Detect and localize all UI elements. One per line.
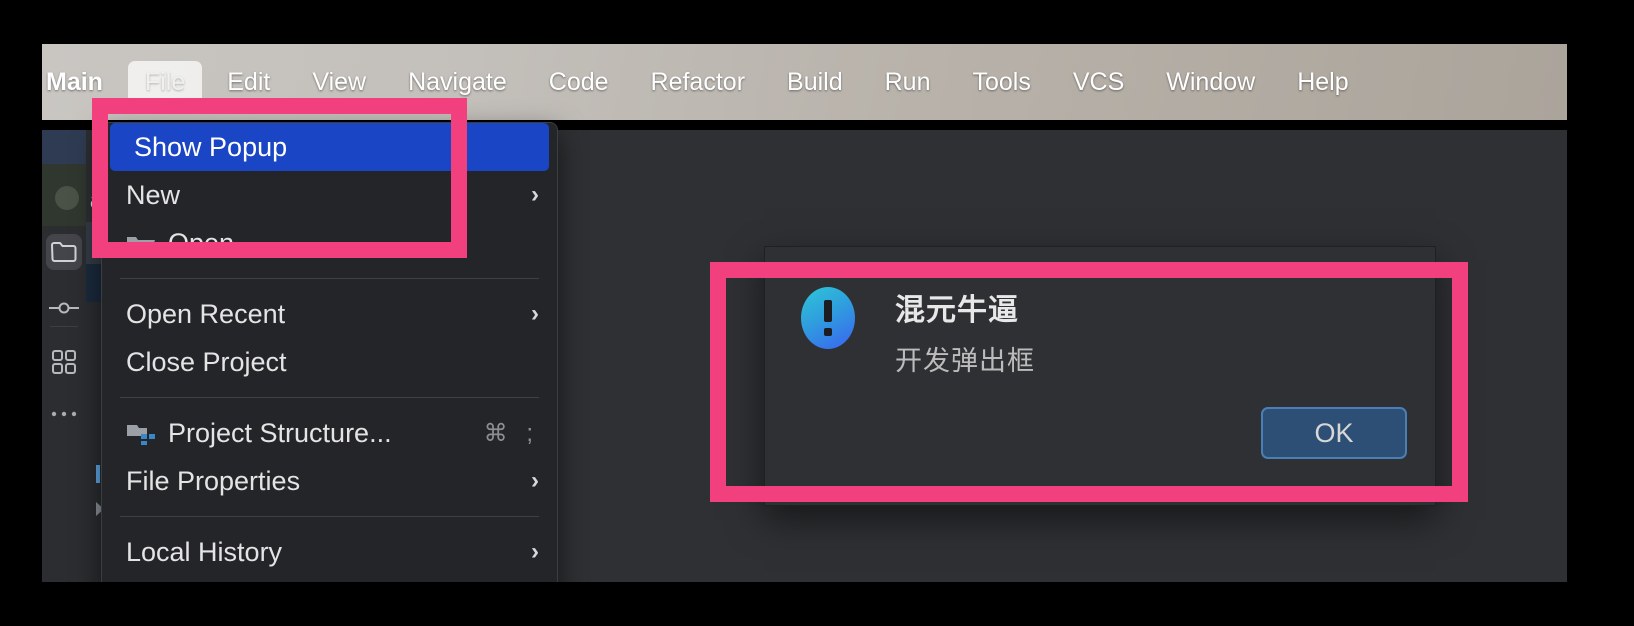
- menu-item-open-label: Open...: [168, 227, 257, 258]
- menubar-item-view[interactable]: View: [295, 61, 383, 104]
- menu-separator-3: [120, 516, 539, 517]
- menubar-item-edit[interactable]: Edit: [210, 61, 287, 104]
- ide-window: Main File Edit View Navigate Code Refactor Buil…: [42, 44, 1567, 582]
- exclamation-glyph: [824, 300, 832, 336]
- ok-button[interactable]: OK: [1261, 407, 1407, 459]
- menu-item-project-structure-label: Project Structure...: [168, 417, 392, 448]
- menu-item-project-structure-shortcut: ⌘ ;: [483, 419, 539, 447]
- decorative-dot: [55, 186, 79, 210]
- menubar-item-help[interactable]: Help: [1280, 61, 1365, 104]
- menu-item-open-recent-label: Open Recent: [126, 298, 286, 329]
- dialog-message: 开发弹出框: [895, 346, 1035, 376]
- menubar-item-vcs[interactable]: VCS: [1056, 61, 1141, 104]
- menu-item-local-history[interactable]: Local History ›: [102, 528, 557, 576]
- folder-open-icon: [126, 232, 156, 254]
- activity-bar: [42, 130, 87, 582]
- menu-item-project-structure[interactable]: Project Structure... ⌘ ;: [102, 409, 557, 457]
- menubar-item-build[interactable]: Build: [770, 61, 860, 104]
- menubar-item-tools[interactable]: Tools: [955, 61, 1047, 104]
- screenshot-root: Main File Edit View Navigate Code Refactor Buil…: [0, 0, 1634, 626]
- menu-item-file-properties[interactable]: File Properties ›: [102, 457, 557, 505]
- menu-item-show-popup[interactable]: Show Popup: [110, 123, 549, 171]
- activity-bar-green-strip: [42, 164, 86, 226]
- popup-dialog: 混元牛逼 开发弹出框 OK: [764, 246, 1436, 506]
- activity-bar-separator: [50, 326, 78, 327]
- menubar-item-navigate[interactable]: Navigate: [391, 61, 524, 104]
- project-folder-icon[interactable]: [46, 234, 82, 270]
- menu-separator-1: [120, 278, 539, 279]
- commit-icon[interactable]: [46, 290, 82, 326]
- menubar-item-code[interactable]: Code: [532, 61, 626, 104]
- menu-item-show-popup-label: Show Popup: [134, 131, 288, 162]
- menubar-item-run[interactable]: Run: [868, 61, 948, 104]
- menu-separator-2: [120, 397, 539, 398]
- structure-grid-icon[interactable]: [46, 344, 82, 380]
- macos-menu-bar: Main File Edit View Navigate Code Refactor Buil…: [42, 44, 1567, 120]
- menu-item-close-project[interactable]: Close Project: [102, 338, 557, 386]
- menu-item-open[interactable]: Open...: [102, 219, 557, 267]
- file-dropdown-menu: Show Popup New › Open... Open Recent › Close P…: [101, 122, 558, 582]
- more-tool-windows-icon[interactable]: [46, 396, 82, 432]
- menu-item-close-project-label: Close Project: [126, 346, 287, 377]
- menu-item-file-properties-label: File Properties: [126, 465, 301, 496]
- project-structure-icon: [126, 421, 156, 445]
- dialog-title: 混元牛逼: [895, 294, 1019, 327]
- menubar-item-refactor[interactable]: Refactor: [634, 61, 762, 104]
- chevron-right-icon: ›: [531, 181, 539, 208]
- chevron-right-icon: ›: [531, 300, 539, 327]
- menu-item-local-history-label: Local History: [126, 536, 283, 567]
- menubar-item-window[interactable]: Window: [1149, 61, 1272, 104]
- chevron-right-icon: ›: [531, 538, 539, 565]
- chevron-right-icon: ›: [531, 467, 539, 494]
- menu-item-open-recent[interactable]: Open Recent ›: [102, 290, 557, 338]
- menu-item-new[interactable]: New ›: [102, 171, 557, 219]
- menubar-item-file[interactable]: File: [127, 60, 203, 104]
- activity-bar-top-strip: [42, 130, 86, 164]
- info-exclamation-icon: [801, 287, 855, 349]
- menubar-item-main[interactable]: Main: [42, 61, 120, 104]
- menu-item-new-label: New: [126, 179, 181, 210]
